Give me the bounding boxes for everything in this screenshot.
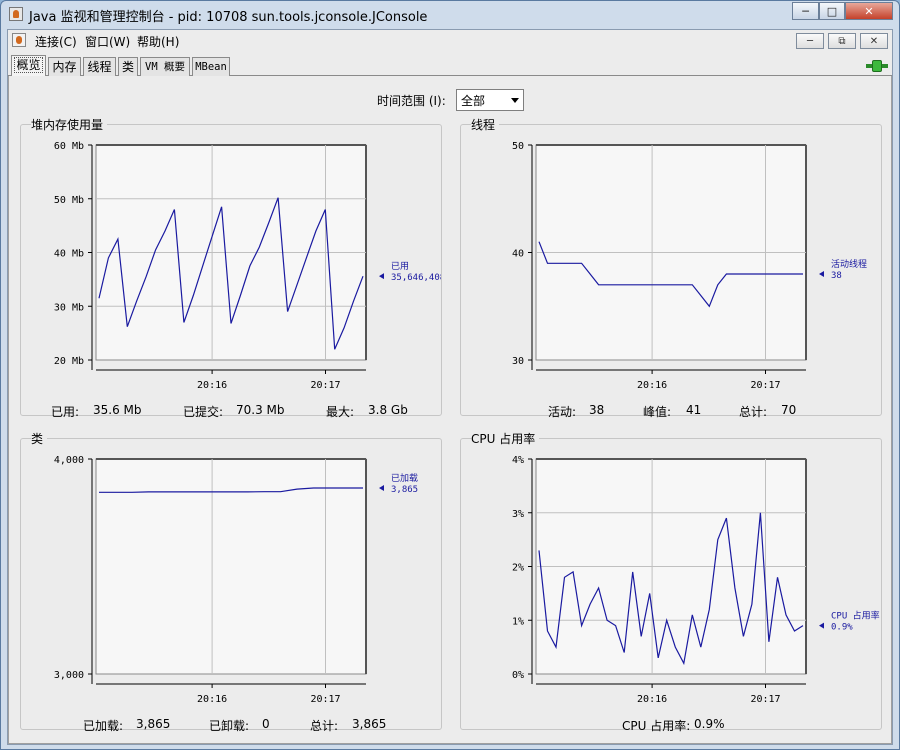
window-title: Java 监视和管理控制台 - pid: 10708 sun.tools.jco… [29, 10, 428, 25]
threads-chart: 50 40 30 20:16 20:17 活动线程38 [512, 141, 867, 391]
stat-peak-label: 峰值: [643, 405, 672, 419]
tab-vm-summary[interactable]: VM 概要 [140, 57, 190, 76]
x-tick-label: 20:16 [197, 380, 227, 391]
stat-used-label: 已用: [51, 405, 80, 419]
y-tick-label: 40 Mb [54, 249, 84, 260]
y-tick-label: 4,000 [54, 455, 84, 466]
y-tick-label: 30 [512, 356, 524, 367]
y-tick-label: 0% [512, 670, 524, 681]
tab-threads[interactable]: 线程 [83, 57, 116, 76]
classes-chart: 4,000 3,000 20:16 20:17 已加载3,865 [54, 455, 418, 705]
java-icon[interactable] [12, 33, 26, 47]
legend-series-name: CPU 占用率 [831, 610, 880, 622]
stat-cpu-label: CPU 占用率: [622, 719, 691, 733]
tab-bar: 概览 内存 线程 类 VM 概要 MBean [8, 54, 892, 77]
y-tick-label: 3% [512, 509, 524, 520]
stat-loaded-label: 已加载: [83, 719, 124, 733]
internal-frame: 连接(C) 窗口(W) 帮助(H) ─ ⧉ ✕ 概览 内存 线程 类 VM 概要… [7, 29, 893, 745]
stat-cpu-value: 0.9% [694, 717, 725, 731]
stat-live-label: 活动: [548, 405, 577, 419]
stat-live-value: 38 [589, 403, 605, 417]
y-tick-label: 3,000 [54, 670, 84, 681]
jconsole-window: Java 监视和管理控制台 - pid: 10708 sun.tools.jco… [0, 0, 900, 750]
java-icon [9, 7, 23, 21]
menu-window[interactable]: 窗口(W) [85, 33, 130, 50]
stat-total-value: 3,865 [352, 717, 387, 731]
stat-peak-value: 41 [686, 403, 702, 417]
stat-max-value: 3.8 Gb [368, 403, 408, 417]
menu-bar: 连接(C) 窗口(W) 帮助(H) ─ ⧉ ✕ [8, 30, 892, 52]
classes-panel: 类 4,000 3,000 20:16 20:17 已加载 3,865 已加载: 3,86… [20, 430, 442, 733]
y-tick-label: 40 [512, 249, 524, 260]
minimize-button[interactable]: ─ [792, 2, 819, 20]
heap-memory-panel: 堆内存使用量 60 Mb 50 Mb 40 Mb 30 Mb 20 Mb 20:16 20:… [20, 116, 442, 419]
x-tick-label: 20:17 [750, 380, 780, 391]
stat-loaded-value: 3,865 [136, 717, 171, 731]
maximize-button[interactable]: □ [819, 2, 845, 20]
tab-memory[interactable]: 内存 [48, 57, 81, 76]
x-tick-label: 20:16 [197, 694, 227, 705]
close-button[interactable]: ✕ [845, 2, 893, 20]
legend-series-value: 35,646,408 [391, 273, 441, 283]
tab-overview[interactable]: 概览 [11, 55, 46, 77]
legend-marker [379, 273, 384, 280]
frame-restore-button[interactable]: ⧉ [828, 33, 856, 49]
x-tick-label: 20:16 [637, 380, 667, 391]
legend-series-value: 3,865 [391, 485, 418, 495]
tab-mbean[interactable]: MBean [192, 57, 230, 76]
tab-classes[interactable]: 类 [118, 57, 138, 76]
threads-panel: 线程 50 40 30 20:16 20:17 活动线程 38 活动: 38 峰值: 41 … [460, 116, 882, 419]
time-range-label: 时间范围 (I): [377, 94, 446, 108]
stat-total-label: 总计: [310, 719, 339, 733]
menu-help[interactable]: 帮助(H) [137, 33, 179, 50]
time-range-value: 全部 [461, 94, 486, 108]
x-tick-label: 20:17 [750, 694, 780, 705]
cpu-usage-chart: 4% 3% 2% 1% 0% 20:16 20:17 CPU 占用率0.9% [512, 455, 880, 705]
chevron-down-icon [511, 98, 519, 103]
stat-committed-label: 已提交: [183, 405, 224, 419]
stat-unloaded-label: 已卸载: [209, 719, 250, 733]
stat-max-label: 最大: [326, 405, 355, 419]
connection-status-icon[interactable] [866, 60, 888, 72]
x-tick-label: 20:16 [637, 694, 667, 705]
cpu-usage-panel: CPU 占用率 4% 3% 2% 1% 0% 20:16 20:17 CPU 占用率 0.9% … [460, 430, 882, 733]
heap-memory-chart: 60 Mb 50 Mb 40 Mb 30 Mb 20 Mb 20:16 20:17 已用35,… [54, 141, 441, 391]
x-tick-label: 20:17 [310, 694, 340, 705]
y-tick-label: 30 Mb [54, 302, 84, 313]
legend-series-value: 38 [831, 271, 842, 281]
legend-marker [379, 485, 384, 492]
y-tick-label: 2% [512, 563, 524, 574]
stat-unloaded-value: 0 [262, 717, 270, 731]
overview-panel: 时间范围 (I): 全部 堆内存使用量 60 Mb 50 Mb 40 Mb 30 Mb… [8, 76, 892, 744]
y-tick-label: 4% [512, 455, 524, 466]
stat-total-label: 总计: [739, 405, 768, 419]
legend-series-name: 已加载 [391, 472, 418, 484]
tab-overview-label: 概览 [14, 57, 43, 73]
x-tick-label: 20:17 [310, 380, 340, 391]
legend-marker [819, 271, 824, 277]
frame-minimize-button[interactable]: ─ [796, 33, 824, 49]
stat-committed-value: 70.3 Mb [236, 403, 285, 417]
y-tick-label: 60 Mb [54, 141, 84, 152]
stat-total-value: 70 [781, 403, 797, 417]
legend-series-value: 0.9% [831, 623, 853, 633]
y-tick-label: 1% [512, 616, 524, 627]
menu-connection[interactable]: 连接(C) [35, 33, 77, 50]
frame-close-button[interactable]: ✕ [860, 33, 888, 49]
title-bar[interactable]: Java 监视和管理控制台 - pid: 10708 sun.tools.jco… [1, 1, 899, 29]
legend-marker [819, 622, 824, 629]
stat-used-value: 35.6 Mb [93, 403, 142, 417]
y-tick-label: 20 Mb [54, 356, 84, 367]
y-tick-label: 50 Mb [54, 195, 84, 206]
legend-series-name: 活动线程 [831, 258, 867, 270]
time-range-select[interactable]: 全部 [456, 89, 524, 111]
legend-series-name: 已用 [391, 261, 409, 272]
y-tick-label: 50 [512, 141, 524, 152]
